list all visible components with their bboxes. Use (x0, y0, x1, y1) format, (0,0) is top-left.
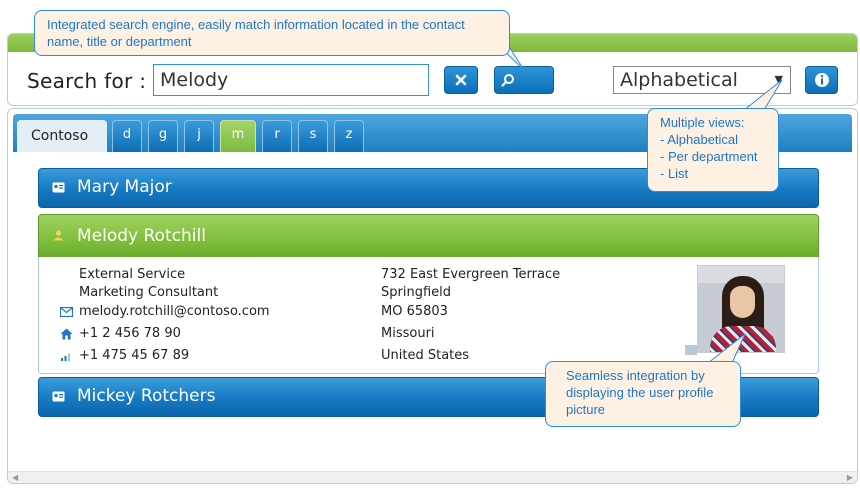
contact-card-icon (52, 182, 65, 193)
search-input[interactable] (153, 64, 429, 96)
callout-pointer (742, 79, 783, 111)
callout-search: Integrated search engine, easily match i… (34, 10, 510, 56)
tab-letter-g[interactable]: g (148, 120, 178, 152)
contact-title: Marketing Consultant (79, 285, 219, 300)
contact-department: External Service (79, 267, 186, 282)
mobile-signal-icon (61, 353, 70, 361)
callout-views: Multiple views: - Alphabetical - Per dep… (647, 108, 779, 192)
callout-views-title: Multiple views: (660, 115, 745, 130)
address-street: 732 East Evergreen Terrace (381, 267, 561, 282)
tab-letter-r[interactable]: r (262, 120, 292, 152)
tab-company[interactable]: Contoso (17, 120, 107, 152)
tab-letter-s[interactable]: s (298, 120, 328, 152)
info-icon (814, 73, 829, 87)
tab-letter-z[interactable]: z (334, 120, 364, 152)
clear-search-button[interactable] (444, 66, 478, 94)
callout-views-item: - List (660, 166, 689, 181)
view-select-value: Alphabetical (620, 69, 738, 91)
contact-header-melody-rotchill[interactable]: Melody Rotchill (38, 214, 819, 258)
contact-email[interactable]: melody.rotchill@contoso.com (79, 304, 270, 319)
callout-photo-text: Seamless integration by displaying the u… (566, 368, 714, 417)
home-phone-icon (60, 328, 73, 340)
address-city: Springfield (381, 285, 452, 300)
callout-photo: Seamless integration by displaying the u… (545, 361, 741, 427)
contact-name: Mickey Rotchers (77, 386, 216, 406)
scroll-left-icon[interactable]: ◀ (12, 473, 18, 482)
contact-mobile: +1 475 45 67 89 (79, 348, 190, 363)
contact-name: Melody Rotchill (77, 226, 206, 246)
address-country: United States (381, 348, 470, 363)
info-button[interactable] (805, 66, 838, 94)
tab-letter-m[interactable]: m (220, 120, 256, 152)
search-icon (501, 74, 514, 87)
callout-views-item: - Alphabetical (660, 132, 739, 147)
email-icon (60, 307, 73, 317)
tab-letter-d[interactable]: d (112, 120, 142, 152)
close-icon (455, 74, 467, 86)
address-postal: MO 65803 (381, 304, 448, 319)
photo-corner-mark (685, 345, 697, 355)
contact-card-icon (52, 391, 65, 402)
tab-letter-j[interactable]: j (184, 120, 214, 152)
user-icon (53, 230, 64, 241)
horizontal-scrollbar[interactable]: ◀ ▶ (8, 471, 857, 483)
callout-views-item: - Per department (660, 149, 758, 164)
scroll-right-icon[interactable]: ▶ (847, 473, 853, 482)
callout-pointer (706, 333, 746, 364)
search-label: Search for : (27, 69, 147, 93)
callout-search-text: Integrated search engine, easily match i… (47, 17, 465, 49)
contact-name: Mary Major (77, 177, 172, 197)
contact-phone: +1 2 456 78 90 (79, 326, 181, 341)
address-state: Missouri (381, 326, 435, 341)
